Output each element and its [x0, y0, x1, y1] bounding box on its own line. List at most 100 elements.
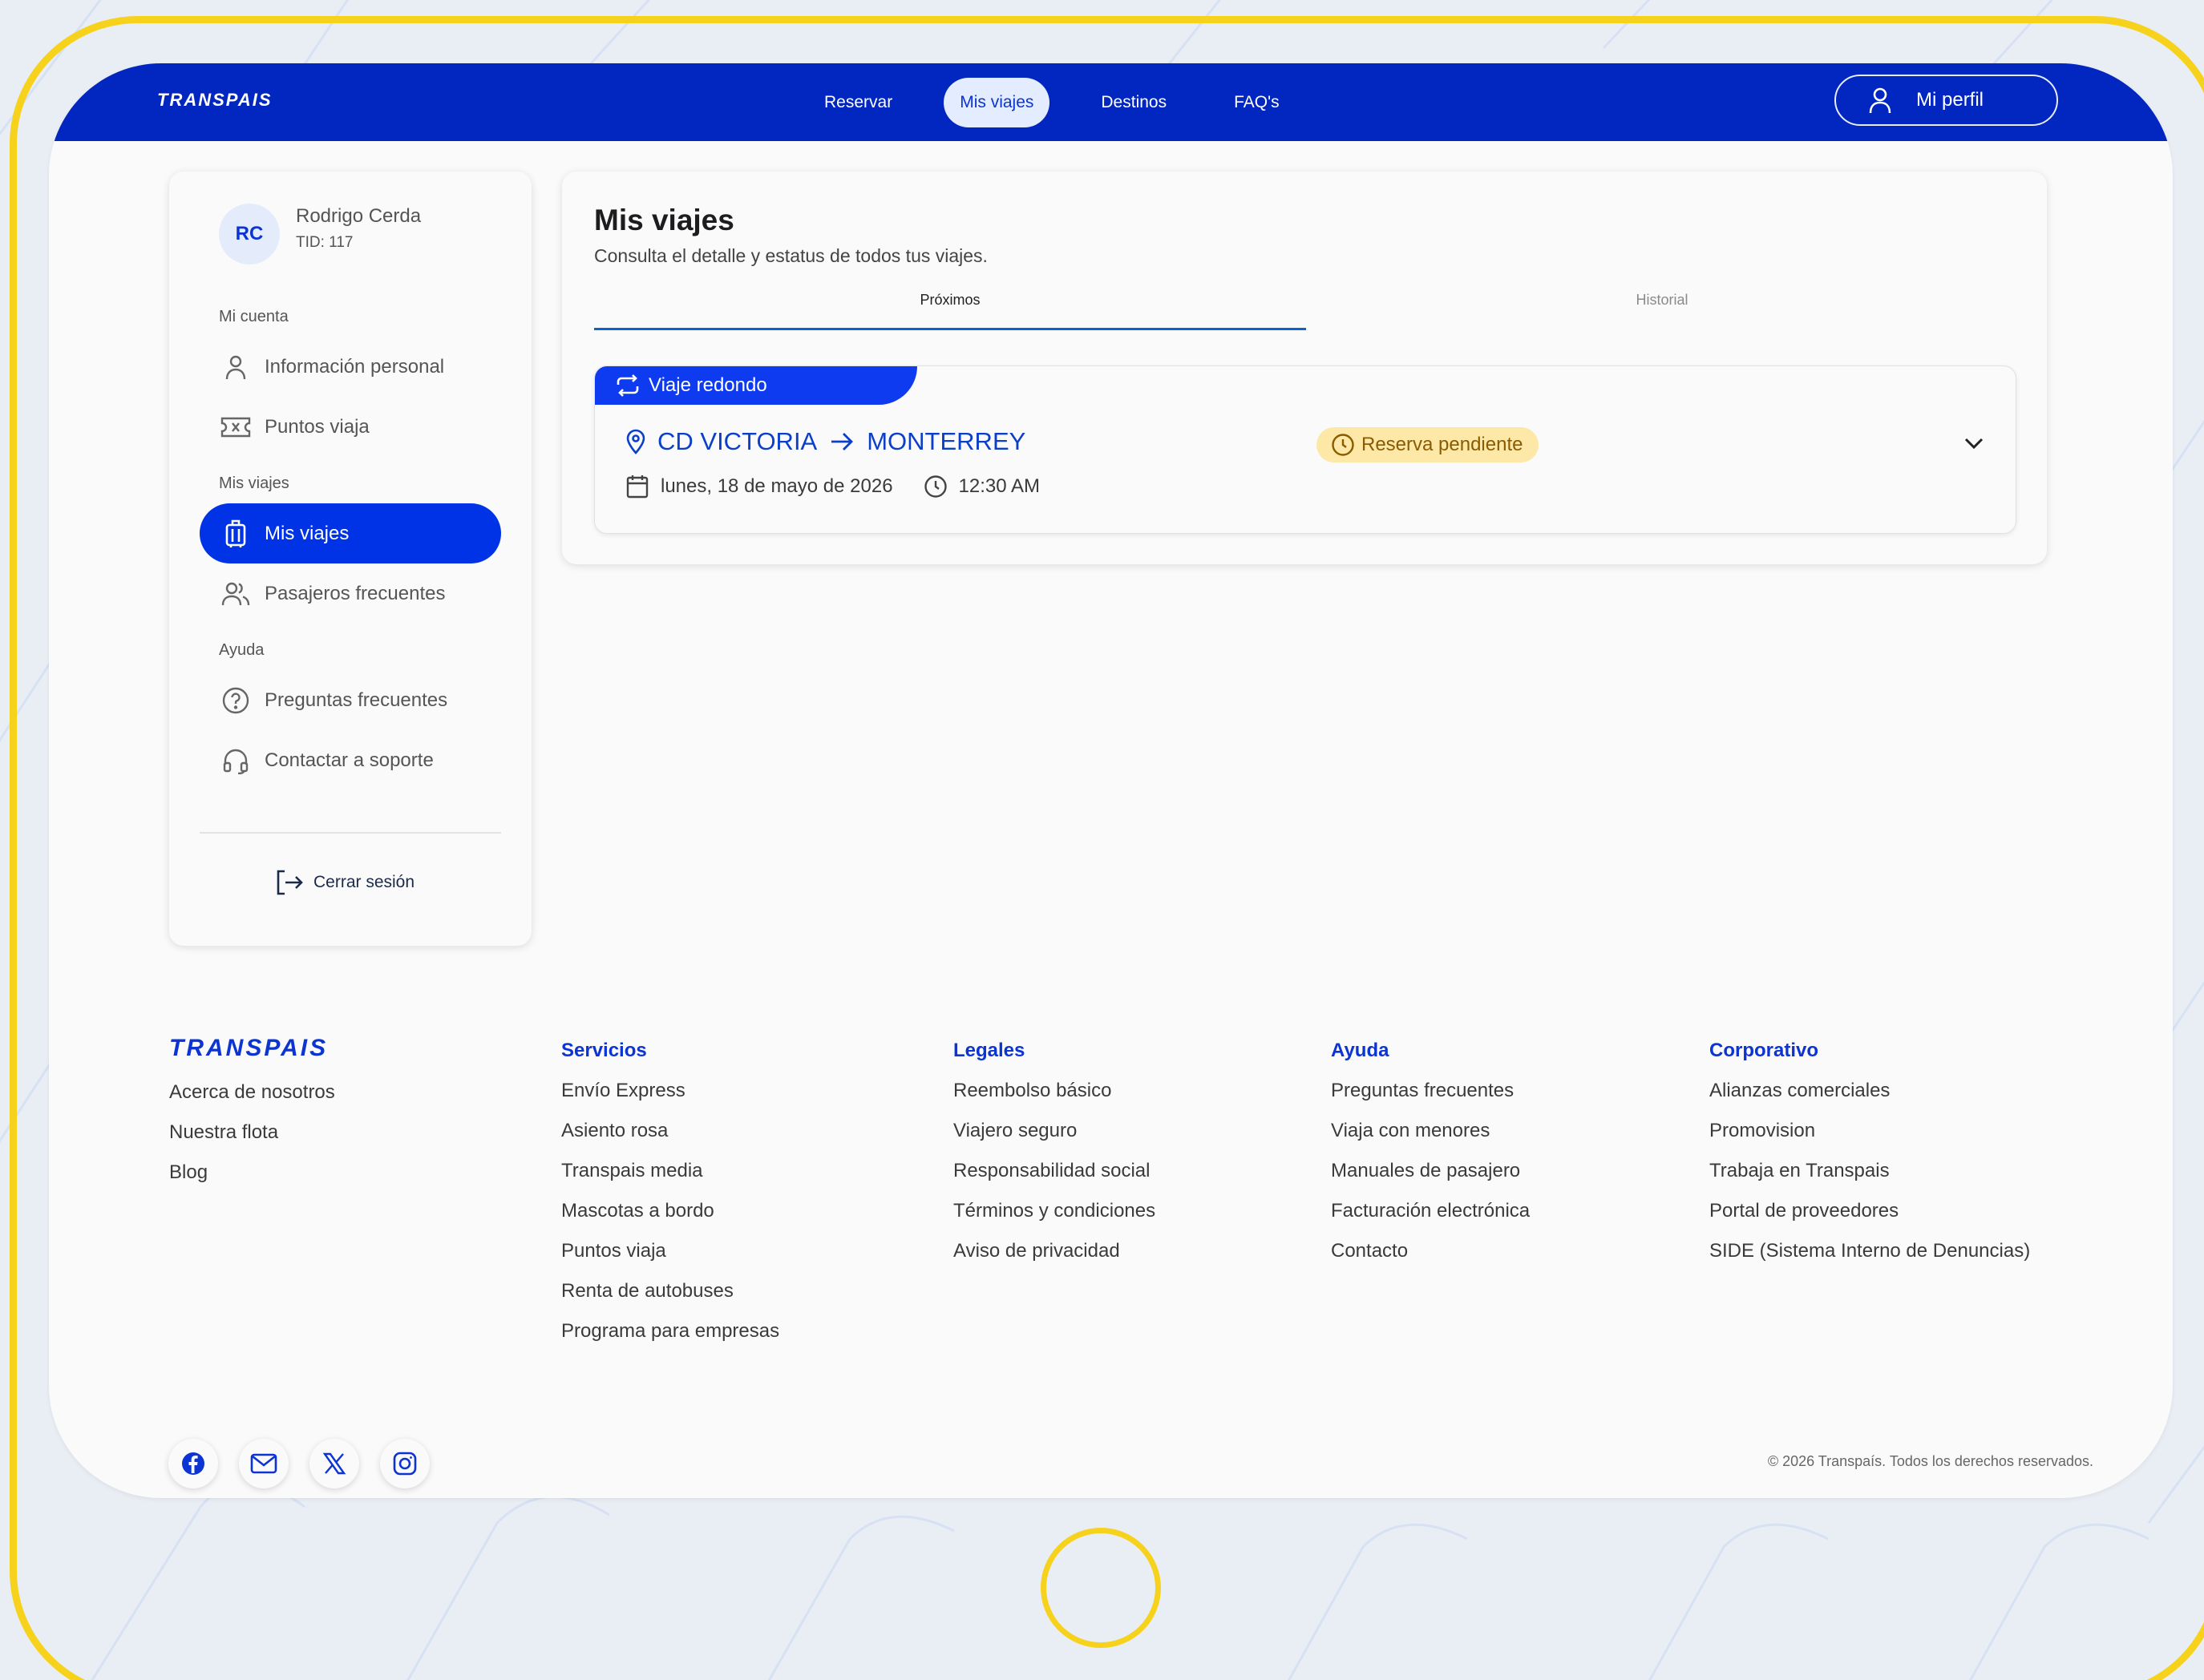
section-label-help: Ayuda — [219, 641, 265, 659]
footer-about-links: Acerca de nosotros Nuestra flota Blog — [169, 1081, 335, 1201]
footer-heading: Servicios — [561, 1040, 647, 1061]
footer-link[interactable]: Responsabilidad social — [953, 1160, 1155, 1200]
trip-card[interactable]: Viaje redondo CD VICTORIA MONTERREY Rese… — [594, 365, 2016, 534]
brand-logo[interactable]: TRANSPAIS — [157, 90, 273, 111]
user-name: Rodrigo Cerda — [296, 205, 422, 227]
app-screen: TRANSPAIS Reservar Mis viajes Destinos F… — [49, 63, 2173, 1498]
page-subtitle: Consulta el detalle y estatus de todos t… — [594, 245, 988, 266]
status-label: Reserva pendiente — [1361, 434, 1523, 455]
footer-link[interactable]: Envío Express — [561, 1080, 779, 1120]
footer-heading: Ayuda — [1331, 1040, 1389, 1061]
footer-link[interactable]: Promovision — [1709, 1120, 2030, 1160]
footer-link[interactable]: Trabaja en Transpais — [1709, 1160, 2030, 1200]
user-tid: TID: 117 — [296, 234, 354, 251]
trip-date: lunes, 18 de mayo de 2026 — [661, 475, 893, 497]
sidebar-item-faq[interactable]: Preguntas frecuentes — [200, 670, 501, 730]
ticket-icon — [220, 411, 252, 443]
trip-origin: CD VICTORIA — [657, 427, 818, 455]
footer-link[interactable]: Términos y condiciones — [953, 1200, 1155, 1240]
user-icon — [1868, 87, 1892, 114]
facebook-icon[interactable] — [168, 1439, 218, 1488]
nav-reservar[interactable]: Reservar — [808, 78, 908, 127]
nav-mis-viajes[interactable]: Mis viajes — [944, 78, 1050, 127]
sidebar-item-points[interactable]: Puntos viaja — [200, 397, 501, 457]
footer-link[interactable]: Blog — [169, 1161, 335, 1201]
copyright-text: © 2026 Transpaís. Todos los derechos res… — [1767, 1453, 2093, 1469]
sidebar-item-label: Preguntas frecuentes — [265, 689, 448, 711]
headset-icon — [220, 745, 252, 777]
profile-label: Mi perfil — [1916, 89, 1984, 111]
footer-link[interactable]: Renta de autobuses — [561, 1280, 779, 1320]
trip-schedule: lunes, 18 de mayo de 2026 12:30 AM — [625, 474, 1040, 499]
footer-link[interactable]: Manuales de pasajero — [1331, 1160, 1530, 1200]
map-pin-icon — [625, 429, 646, 454]
chevron-down-icon[interactable] — [1958, 427, 1990, 459]
footer-link[interactable]: Asiento rosa — [561, 1120, 779, 1160]
clock-icon — [924, 475, 948, 499]
footer-heading: Corporativo — [1709, 1040, 1819, 1061]
nav-faqs[interactable]: FAQ's — [1218, 78, 1296, 127]
footer-link[interactable]: Transpais media — [561, 1160, 779, 1200]
repeat-icon — [615, 374, 641, 397]
footer-link[interactable]: Puntos viaja — [561, 1240, 779, 1280]
sidebar-item-frequent-passengers[interactable]: Pasajeros frecuentes — [200, 563, 501, 624]
profile-button[interactable]: Mi perfil — [1834, 75, 2058, 126]
avatar: RC — [219, 204, 280, 265]
footer-link[interactable]: Portal de proveedores — [1709, 1200, 2030, 1240]
footer-link[interactable]: Facturación electrónica — [1331, 1200, 1530, 1240]
luggage-icon — [220, 518, 252, 550]
tab-upcoming[interactable]: Próximos — [594, 292, 1306, 330]
home-button[interactable] — [1041, 1528, 1161, 1648]
sidebar-item-my-trips[interactable]: Mis viajes — [200, 503, 501, 563]
footer-link[interactable]: Aviso de privacidad — [953, 1240, 1155, 1280]
logout-icon — [275, 869, 304, 896]
footer-col-corporativo: Corporativo Alianzas comerciales Promovi… — [1709, 1040, 2030, 1280]
footer-link[interactable]: Viaja con menores — [1331, 1120, 1530, 1160]
logout-button[interactable]: Cerrar sesión — [275, 869, 415, 896]
clock-icon — [1331, 433, 1355, 457]
trip-type-label: Viaje redondo — [649, 374, 767, 396]
footer-col-ayuda: Ayuda Preguntas frecuentes Viaja con men… — [1331, 1040, 1530, 1280]
tab-history[interactable]: Historial — [1306, 292, 2018, 330]
footer-link[interactable]: Acerca de nosotros — [169, 1081, 335, 1121]
mail-icon[interactable] — [239, 1439, 289, 1488]
footer-link[interactable]: Preguntas frecuentes — [1331, 1080, 1530, 1120]
calendar-icon — [625, 474, 649, 499]
footer-link[interactable]: Viajero seguro — [953, 1120, 1155, 1160]
footer-col-legales: Legales Reembolso básico Viajero seguro … — [953, 1040, 1155, 1280]
account-sidebar: RC Rodrigo Cerda TID: 117 Mi cuenta Info… — [169, 172, 532, 946]
status-badge: Reserva pendiente — [1316, 427, 1539, 462]
sidebar-item-label: Contactar a soporte — [265, 749, 434, 771]
top-navbar: TRANSPAIS Reservar Mis viajes Destinos F… — [49, 63, 2173, 141]
trip-type-badge: Viaje redondo — [595, 366, 917, 405]
instagram-icon[interactable] — [380, 1439, 430, 1488]
trip-destination: MONTERREY — [867, 427, 1026, 455]
sidebar-divider — [200, 832, 501, 834]
footer-link[interactable]: Contacto — [1331, 1240, 1530, 1280]
trips-panel: Mis viajes Consulta el detalle y estatus… — [562, 172, 2047, 564]
trip-route: CD VICTORIA MONTERREY — [625, 427, 1025, 456]
footer-link[interactable]: Nuestra flota — [169, 1121, 335, 1161]
footer-heading: Legales — [953, 1040, 1025, 1061]
sidebar-item-label: Mis viajes — [265, 522, 350, 544]
help-circle-icon — [220, 685, 252, 717]
logout-label: Cerrar sesión — [313, 873, 415, 891]
page-title: Mis viajes — [594, 204, 734, 236]
nav-links: Reservar Mis viajes Destinos FAQ's — [808, 77, 1331, 128]
sidebar-item-label: Información personal — [265, 355, 445, 378]
x-icon[interactable] — [309, 1439, 359, 1488]
sidebar-item-personal-info[interactable]: Información personal — [200, 337, 501, 397]
sidebar-item-support[interactable]: Contactar a soporte — [200, 730, 501, 790]
footer-link[interactable]: Programa para empresas — [561, 1320, 779, 1360]
footer-link[interactable]: Alianzas comerciales — [1709, 1080, 2030, 1120]
footer-col-servicios: Servicios Envío Express Asiento rosa Tra… — [561, 1040, 779, 1360]
trip-time: 12:30 AM — [958, 475, 1040, 497]
footer-brand-logo[interactable]: TRANSPAIS — [169, 1035, 328, 1062]
footer-link[interactable]: Mascotas a bordo — [561, 1200, 779, 1240]
footer-link[interactable]: SIDE (Sistema Interno de Denuncias) — [1709, 1240, 2030, 1280]
nav-destinos[interactable]: Destinos — [1085, 78, 1183, 127]
sidebar-item-label: Puntos viaja — [265, 415, 370, 438]
footer-link[interactable]: Reembolso básico — [953, 1080, 1155, 1120]
section-label-trips: Mis viajes — [219, 475, 289, 492]
users-icon — [220, 578, 252, 610]
